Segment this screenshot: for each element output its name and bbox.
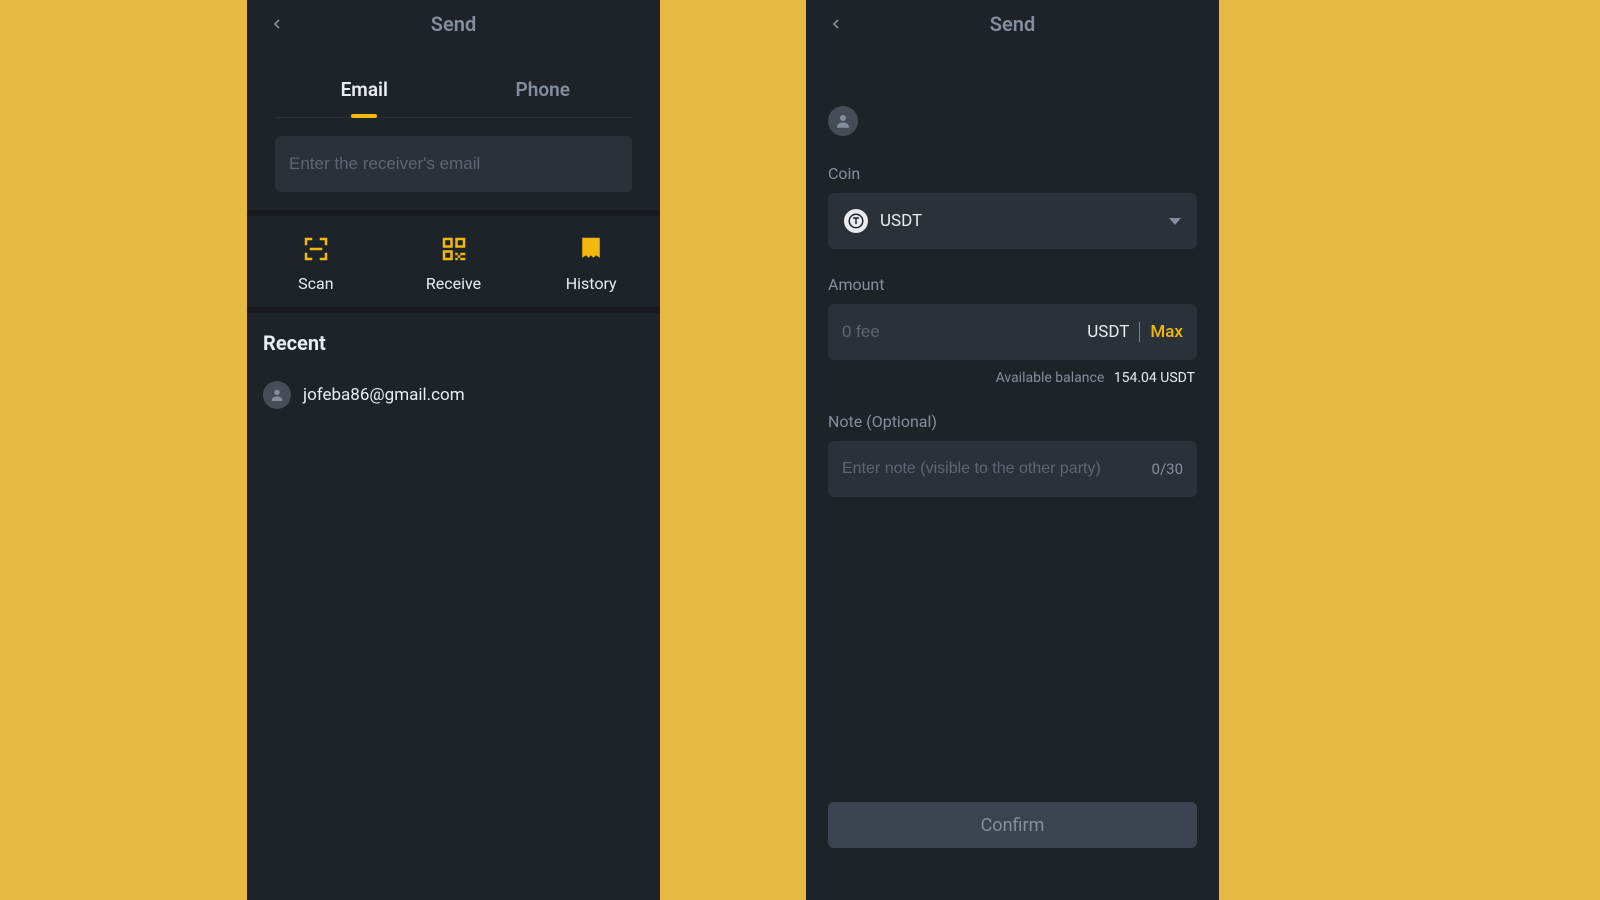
receive-button[interactable]: Receive (385, 234, 523, 293)
usdt-icon (844, 209, 868, 233)
recipient-tabs: Email Phone (275, 64, 632, 118)
note-char-count: 0/30 (1152, 460, 1183, 478)
history-button[interactable]: History (522, 234, 660, 293)
history-icon (576, 234, 606, 264)
person-icon (269, 387, 285, 403)
chevron-down-icon (1169, 218, 1181, 225)
coin-label: Coin (828, 164, 1197, 183)
qr-icon (439, 234, 469, 264)
amount-label: Amount (828, 275, 1197, 294)
person-icon (834, 112, 852, 130)
header: Send (806, 0, 1219, 48)
back-button[interactable] (265, 12, 289, 36)
recent-email: jofeba86@gmail.com (303, 385, 465, 405)
amount-unit: USDT (1087, 322, 1129, 342)
coin-selected: USDT (880, 211, 1157, 231)
history-label: History (566, 274, 617, 293)
available-balance: Available balance 154.04 USDT (828, 370, 1195, 386)
max-button[interactable]: Max (1150, 322, 1183, 342)
balance-label: Available balance (996, 370, 1105, 386)
recent-section: Recent jofeba86@gmail.com (247, 313, 660, 433)
back-button[interactable] (824, 12, 848, 36)
amount-input[interactable] (842, 322, 1077, 342)
note-input[interactable] (842, 460, 1142, 478)
header: Send (247, 0, 660, 48)
confirm-button[interactable]: Confirm (828, 802, 1197, 848)
send-form: Coin USDT Amount USDT Max Available bala… (806, 48, 1219, 497)
recent-title: Recent (263, 331, 644, 355)
scan-label: Scan (298, 274, 333, 293)
note-input-row: 0/30 (828, 441, 1197, 497)
tab-email[interactable]: Email (275, 64, 454, 117)
recipient-avatar[interactable] (828, 106, 858, 136)
note-label: Note (Optional) (828, 412, 1197, 431)
scan-icon (301, 234, 331, 264)
balance-value: 154.04 USDT (1114, 370, 1195, 386)
recipient-avatar-row (828, 66, 1197, 164)
chevron-left-icon (269, 16, 285, 32)
receive-label: Receive (426, 274, 481, 293)
screen-send-amount: Send Coin USDT Amount USDT Max Available… (806, 0, 1219, 900)
scan-button[interactable]: Scan (247, 234, 385, 293)
avatar (263, 381, 291, 409)
page-title: Send (806, 12, 1219, 36)
recipient-input-wrap (275, 136, 632, 192)
recent-item[interactable]: jofeba86@gmail.com (263, 375, 644, 415)
quick-actions: Scan Receive History (247, 210, 660, 313)
chevron-left-icon (828, 16, 844, 32)
tab-phone[interactable]: Phone (454, 64, 633, 117)
screen-send-recipient: Send Email Phone Scan Receive History Re… (247, 0, 660, 900)
page-title: Send (247, 12, 660, 36)
recipient-card: Email Phone (259, 50, 648, 192)
coin-select[interactable]: USDT (828, 193, 1197, 249)
amount-input-row: USDT Max (828, 304, 1197, 360)
divider (1139, 322, 1140, 342)
recipient-email-input[interactable] (289, 154, 618, 174)
